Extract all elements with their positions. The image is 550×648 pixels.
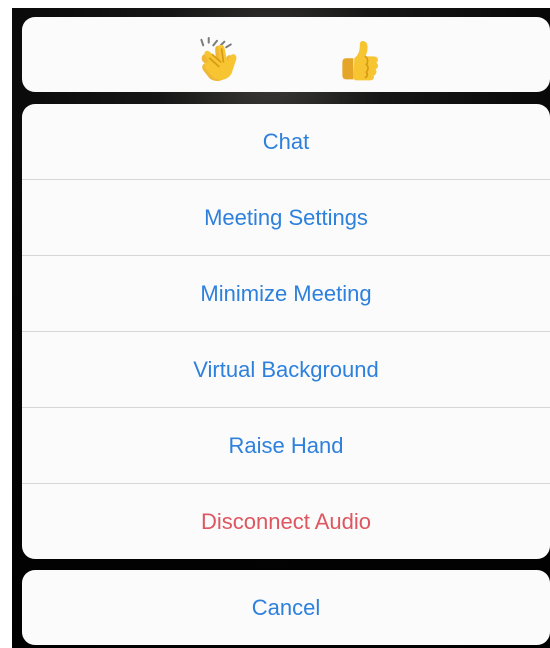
cancel-button[interactable]: Cancel [22, 570, 550, 645]
reaction-sheet [22, 17, 550, 92]
disconnect-audio-button[interactable]: Disconnect Audio [22, 484, 550, 559]
meeting-settings-button[interactable]: Meeting Settings [22, 180, 550, 256]
thumbs-up-icon [342, 40, 379, 81]
raise-hand-button[interactable]: Raise Hand [22, 408, 550, 484]
chat-button[interactable]: Chat [22, 104, 550, 180]
thumbs-up-reaction-button[interactable] [333, 36, 383, 86]
minimize-meeting-button[interactable]: Minimize Meeting [22, 256, 550, 332]
clapping-hands-reaction-button[interactable] [192, 36, 242, 86]
meeting-options-list: Chat Meeting Settings Minimize Meeting V… [22, 104, 550, 559]
meeting-action-sheet-screen: Chat Meeting Settings Minimize Meeting V… [0, 0, 550, 648]
virtual-background-button[interactable]: Virtual Background [22, 332, 550, 408]
clapping-hands-icon [200, 36, 237, 81]
